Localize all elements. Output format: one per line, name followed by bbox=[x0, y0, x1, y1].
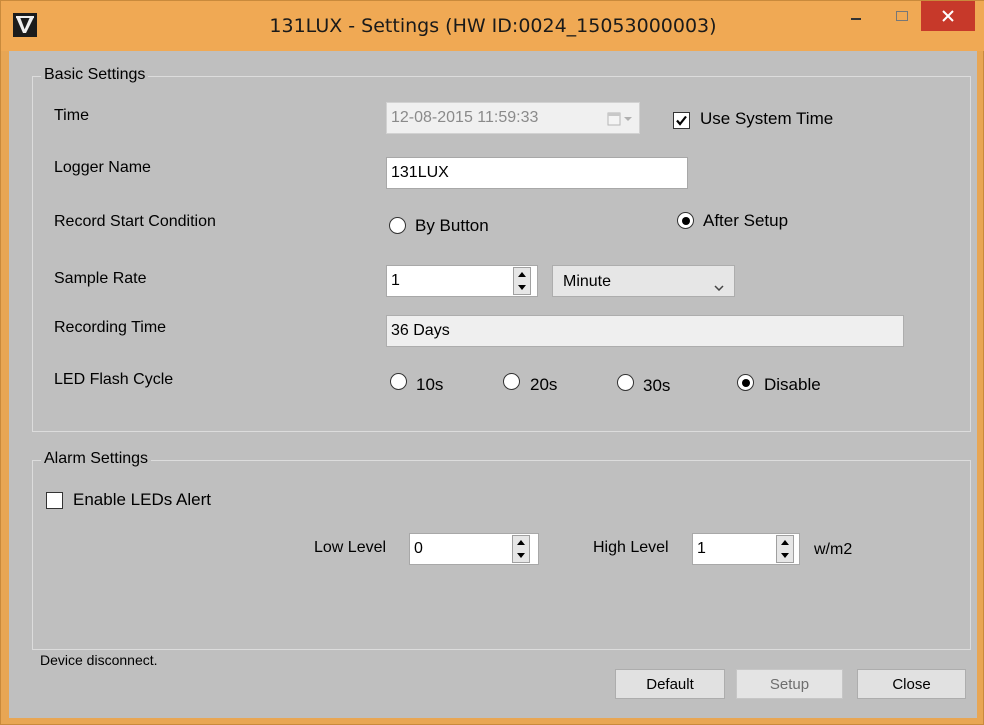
close-icon bbox=[942, 10, 954, 22]
sample-rate-unit-select[interactable]: Minute bbox=[552, 265, 735, 297]
checkmark-icon bbox=[676, 115, 687, 126]
maximize-button[interactable] bbox=[885, 1, 919, 31]
logger-name-field[interactable]: 131LUX bbox=[386, 157, 688, 189]
by-button-label[interactable]: By Button bbox=[415, 216, 489, 236]
enable-leds-label[interactable]: Enable LEDs Alert bbox=[73, 490, 211, 510]
low-level-spinner[interactable] bbox=[512, 535, 530, 563]
high-level-value: 1 bbox=[697, 540, 706, 557]
led-disable-radio[interactable] bbox=[737, 374, 754, 391]
setup-button[interactable]: Setup bbox=[736, 669, 843, 699]
time-label: Time bbox=[54, 107, 89, 124]
calendar-dropdown-icon bbox=[607, 112, 633, 131]
led-30s-radio[interactable] bbox=[617, 374, 634, 391]
low-level-label: Low Level bbox=[314, 539, 387, 556]
by-button-radio[interactable] bbox=[389, 217, 406, 234]
high-level-label: High Level bbox=[593, 539, 669, 556]
spinner-down-icon[interactable] bbox=[513, 549, 529, 562]
recording-time-value: 36 Days bbox=[391, 322, 450, 339]
high-level-spinner[interactable] bbox=[776, 535, 794, 563]
spinner-up-icon[interactable] bbox=[514, 268, 530, 281]
led-20s-label[interactable]: 20s bbox=[530, 375, 557, 395]
led-disable-label[interactable]: Disable bbox=[764, 375, 821, 395]
low-level-value: 0 bbox=[414, 540, 423, 557]
default-button[interactable]: Default bbox=[615, 669, 725, 699]
basic-settings-legend: Basic Settings bbox=[41, 66, 149, 84]
alarm-settings-legend: Alarm Settings bbox=[41, 450, 152, 468]
recording-time-field: 36 Days bbox=[386, 315, 904, 347]
chevron-down-icon bbox=[714, 278, 724, 296]
led-10s-label[interactable]: 10s bbox=[416, 375, 443, 395]
spinner-up-icon[interactable] bbox=[777, 536, 793, 549]
level-unit-label: w/m2 bbox=[814, 541, 853, 558]
logger-name-label: Logger Name bbox=[54, 159, 151, 176]
spinner-up-icon[interactable] bbox=[513, 536, 529, 549]
recording-time-label: Recording Time bbox=[54, 319, 167, 336]
after-setup-radio[interactable] bbox=[677, 212, 694, 229]
led-30s-label[interactable]: 30s bbox=[643, 376, 670, 396]
dialog-body: Basic Settings Time 12-08-2015 11:59:33 … bbox=[9, 51, 977, 718]
led-20s-radio[interactable] bbox=[503, 373, 520, 390]
window-title: 131LUX - Settings (HW ID:0024_1505300000… bbox=[269, 15, 717, 37]
close-window-button[interactable] bbox=[921, 1, 975, 31]
status-text: Device disconnect. bbox=[40, 652, 158, 668]
after-setup-label[interactable]: After Setup bbox=[703, 211, 788, 231]
title-bar[interactable]: 131LUX - Settings (HW ID:0024_1505300000… bbox=[1, 1, 984, 51]
maximize-icon bbox=[896, 11, 908, 21]
record-start-label: Record Start Condition bbox=[54, 213, 216, 230]
spinner-down-icon[interactable] bbox=[777, 549, 793, 562]
logger-name-value: 131LUX bbox=[391, 164, 449, 181]
led-flash-label: LED Flash Cycle bbox=[54, 371, 174, 388]
close-button[interactable]: Close bbox=[857, 669, 966, 699]
time-picker[interactable]: 12-08-2015 11:59:33 bbox=[386, 102, 640, 134]
use-system-time-checkbox[interactable] bbox=[673, 112, 690, 129]
time-value: 12-08-2015 11:59:33 bbox=[391, 109, 539, 126]
settings-window: 131LUX - Settings (HW ID:0024_1505300000… bbox=[0, 0, 984, 725]
use-system-time-label[interactable]: Use System Time bbox=[700, 109, 833, 129]
sample-rate-label: Sample Rate bbox=[54, 270, 147, 287]
spinner-down-icon[interactable] bbox=[514, 281, 530, 294]
sample-rate-value: 1 bbox=[391, 272, 400, 289]
led-10s-radio[interactable] bbox=[390, 373, 407, 390]
minimize-icon bbox=[851, 18, 861, 20]
minimize-button[interactable] bbox=[839, 1, 873, 31]
enable-leds-checkbox[interactable] bbox=[46, 492, 63, 509]
sample-rate-spinner[interactable] bbox=[513, 267, 531, 295]
sample-rate-unit-value: Minute bbox=[563, 273, 612, 290]
